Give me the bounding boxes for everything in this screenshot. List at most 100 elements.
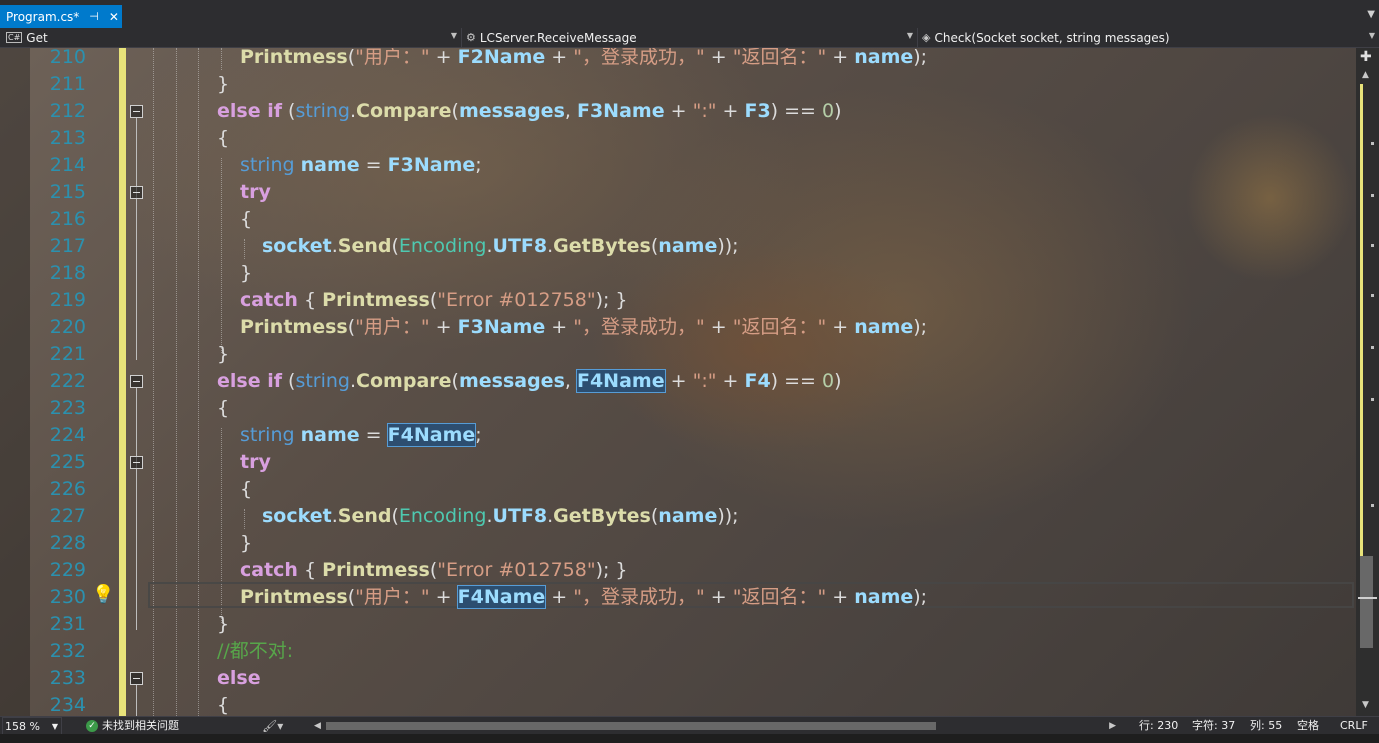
code-line[interactable]: 221 }	[0, 341, 1356, 368]
code-line[interactable]: 220 Printmess("用户：" + F3Name + "，登录成功，" …	[0, 314, 1356, 341]
code-text[interactable]: socket.Send(Encoding.UTF8.GetBytes(name)…	[262, 503, 739, 530]
code-line[interactable]: 211 }	[0, 71, 1356, 98]
line-number: 230	[49, 586, 86, 608]
code-text[interactable]: {	[217, 692, 229, 716]
member-dropdown[interactable]: ◈ Check(Socket socket, string messages) …	[918, 28, 1379, 47]
whitespace-indicator[interactable]: 空格	[1297, 717, 1319, 735]
collapse-toggle-icon[interactable]	[130, 375, 143, 388]
code-text[interactable]: Printmess("用户：" + F2Name + "，登录成功，" + "返…	[240, 48, 927, 71]
line-ending-indicator[interactable]: CRLF	[1340, 717, 1368, 735]
line-number: 214	[49, 154, 86, 176]
line-number: 228	[49, 532, 86, 554]
scrollbar-thumb[interactable]	[1360, 556, 1373, 648]
document-tab-bar: Program.cs* ⊣ ✕ ▼	[0, 0, 1379, 28]
code-line[interactable]: 233 else	[0, 665, 1356, 692]
split-window-icon[interactable]: ✚	[1360, 50, 1372, 64]
code-line[interactable]: 217 socket.Send(Encoding.UTF8.GetBytes(n…	[0, 233, 1356, 260]
code-text[interactable]: }	[217, 71, 229, 98]
code-line[interactable]: 212 else if (string.Compare(messages, F3…	[0, 98, 1356, 125]
code-line[interactable]: 218 }	[0, 260, 1356, 287]
horizontal-scrollbar-thumb[interactable]	[326, 722, 936, 730]
project-dropdown[interactable]: C# Get ▼	[0, 28, 462, 47]
code-text[interactable]: catch { Printmess("Error #012758"); }	[240, 557, 628, 584]
navigation-bar: C# Get ▼ ⚙ LCServer.ReceiveMessage ▼ ◈ C…	[0, 28, 1379, 48]
horizontal-scrollbar[interactable]: ◀ ▶	[312, 719, 1118, 733]
code-line[interactable]: 224 string name = F4Name;	[0, 422, 1356, 449]
check-circle-icon[interactable]: ✓	[86, 720, 98, 732]
zoom-dropdown[interactable]: 158 % ▼	[2, 717, 62, 735]
code-text[interactable]: else if (string.Compare(messages, F3Name…	[217, 98, 842, 125]
scroll-marker	[1371, 294, 1374, 297]
code-line[interactable]: 229 catch { Printmess("Error #012758"); …	[0, 557, 1356, 584]
code-text[interactable]: else if (string.Compare(messages, F4Name…	[217, 368, 842, 395]
collapse-toggle-icon[interactable]	[130, 186, 143, 199]
code-text[interactable]: else	[217, 665, 261, 692]
scroll-left-arrow-icon[interactable]: ◀	[314, 719, 321, 733]
tab-program-cs[interactable]: Program.cs* ⊣ ✕	[0, 5, 122, 28]
code-line[interactable]: 216 {	[0, 206, 1356, 233]
line-number: 219	[49, 289, 86, 311]
code-text[interactable]: {	[240, 476, 252, 503]
symbol-highlight[interactable]: F4Name	[575, 369, 666, 393]
symbol-highlight[interactable]: F4Name	[456, 585, 547, 609]
code-line[interactable]: 210 Printmess("用户：" + F2Name + "，登录成功，" …	[0, 48, 1356, 71]
code-text[interactable]: socket.Send(Encoding.UTF8.GetBytes(name)…	[262, 233, 739, 260]
collapse-toggle-icon[interactable]	[130, 672, 143, 685]
code-line[interactable]: 234 {	[0, 692, 1356, 716]
code-editor[interactable]: 210 Printmess("用户：" + F2Name + "，登录成功，" …	[0, 48, 1379, 716]
window-bottom-edge	[0, 734, 1379, 743]
scroll-up-arrow-icon[interactable]: ▲	[1362, 70, 1369, 80]
brush-icon[interactable]: 🖌▾	[262, 717, 283, 735]
code-line[interactable]: 214 string name = F3Name;	[0, 152, 1356, 179]
code-line[interactable]: 223 {	[0, 395, 1356, 422]
code-text[interactable]: catch { Printmess("Error #012758"); }	[240, 287, 628, 314]
line-number: 223	[49, 397, 86, 419]
code-line[interactable]: 226 {	[0, 476, 1356, 503]
code-text[interactable]: Printmess("用户：" + F4Name + "，登录成功，" + "返…	[240, 584, 927, 611]
code-text[interactable]: }	[240, 530, 252, 557]
code-text[interactable]: {	[240, 206, 252, 233]
code-text[interactable]: try	[240, 179, 271, 206]
code-line[interactable]: 228 }	[0, 530, 1356, 557]
code-line[interactable]: 231 }	[0, 611, 1356, 638]
code-line-current[interactable]: 230 Printmess("用户：" + F4Name + "，登录成功，" …	[0, 584, 1356, 611]
vertical-scrollbar[interactable]: ✚ ▲ ▼	[1356, 48, 1379, 716]
scroll-right-arrow-icon[interactable]: ▶	[1109, 719, 1116, 733]
line-number: 210	[49, 48, 86, 68]
code-line[interactable]: 219 catch { Printmess("Error #012758"); …	[0, 287, 1356, 314]
zoom-level: 158 %	[5, 720, 40, 733]
code-comment[interactable]: //都不对:	[217, 638, 293, 665]
code-text[interactable]: {	[217, 395, 229, 422]
pin-icon[interactable]: ⊣	[89, 10, 99, 23]
line-number: 224	[49, 424, 86, 446]
code-line[interactable]: 225 try	[0, 449, 1356, 476]
code-text[interactable]: }	[240, 260, 252, 287]
lightbulb-icon[interactable]: 💡	[92, 585, 114, 605]
code-text[interactable]: Printmess("用户：" + F3Name + "，登录成功，" + "返…	[240, 314, 927, 341]
code-text[interactable]: string name = F4Name;	[240, 422, 482, 449]
collapse-toggle-icon[interactable]	[130, 456, 143, 469]
type-dropdown[interactable]: ⚙ LCServer.ReceiveMessage ▼	[462, 28, 918, 47]
char-indicator[interactable]: 字符: 37	[1192, 717, 1235, 735]
code-line[interactable]: 222 else if (string.Compare(messages, F4…	[0, 368, 1356, 395]
issues-status[interactable]: 未找到相关问题	[102, 717, 179, 735]
scroll-marker	[1371, 142, 1374, 145]
symbol-highlight[interactable]: F4Name	[386, 423, 477, 447]
code-line[interactable]: 215 try	[0, 179, 1356, 206]
column-indicator[interactable]: 列: 55	[1250, 717, 1282, 735]
code-line[interactable]: 232 //都不对:	[0, 638, 1356, 665]
line-number: 212	[49, 100, 86, 122]
code-text[interactable]: }	[217, 611, 229, 638]
line-number: 232	[49, 640, 86, 662]
code-text[interactable]: try	[240, 449, 271, 476]
code-text[interactable]: string name = F3Name;	[240, 152, 482, 179]
collapse-toggle-icon[interactable]	[130, 105, 143, 118]
code-line[interactable]: 227 socket.Send(Encoding.UTF8.GetBytes(n…	[0, 503, 1356, 530]
close-icon[interactable]: ✕	[109, 10, 119, 24]
tab-overflow-chevron-icon[interactable]: ▼	[1367, 9, 1375, 20]
code-text[interactable]: {	[217, 125, 229, 152]
code-line[interactable]: 213 {	[0, 125, 1356, 152]
scroll-down-arrow-icon[interactable]: ▼	[1362, 700, 1369, 710]
code-text[interactable]: }	[217, 341, 229, 368]
line-indicator[interactable]: 行: 230	[1139, 717, 1178, 735]
